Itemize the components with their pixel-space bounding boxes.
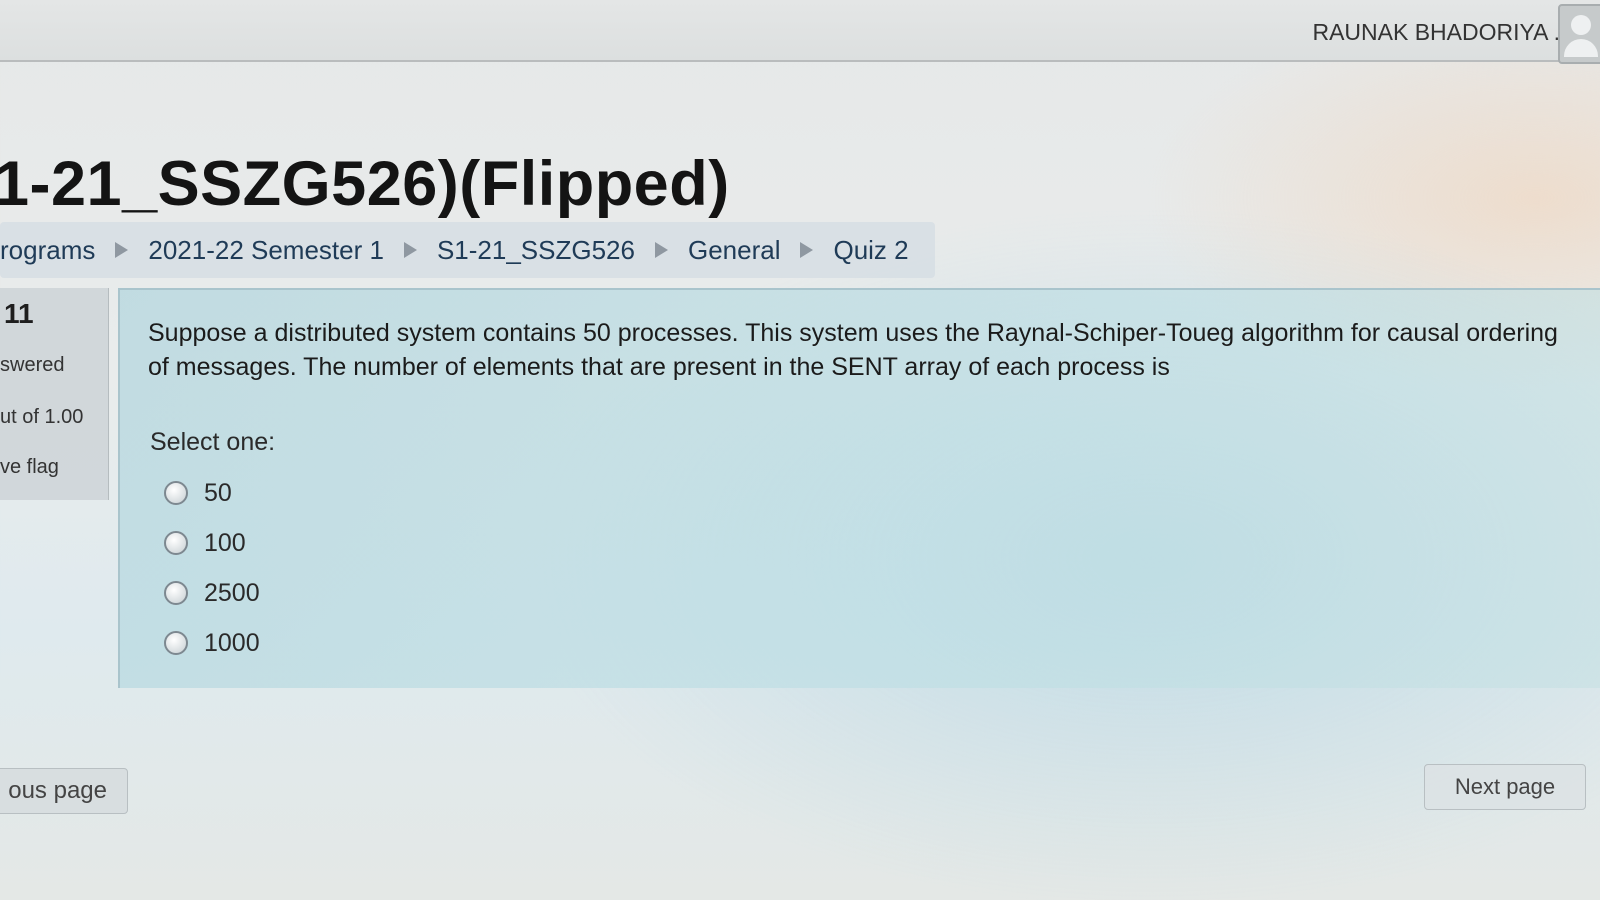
answer-option-label: 1000 <box>204 628 260 657</box>
question-content-panel: Suppose a distributed system contains 50… <box>118 288 1600 688</box>
breadcrumb-separator-icon <box>800 242 814 258</box>
breadcrumb-item-quiz[interactable]: Quiz 2 <box>833 235 908 266</box>
breadcrumb-item-course[interactable]: S1-21_SSZG526 <box>437 235 635 266</box>
question-info-block: 11 swered ut of 1.00 ve flag <box>0 288 109 500</box>
radio-button[interactable] <box>164 581 188 605</box>
radio-button[interactable] <box>164 631 188 655</box>
flag-question-link[interactable]: ve flag <box>0 456 59 479</box>
page-title: 1-21_SSZG526)(Flipped) <box>0 149 730 220</box>
answer-option-label: 50 <box>204 478 232 507</box>
breadcrumb-separator-icon <box>654 242 668 258</box>
breadcrumb: rograms 2021-22 Semester 1 S1-21_SSZG526… <box>0 222 935 278</box>
question-marks: ut of 1.00 <box>0 406 84 428</box>
radio-button[interactable] <box>164 481 188 505</box>
breadcrumb-item-semester[interactable]: 2021-22 Semester 1 <box>148 235 384 266</box>
question-number: 11 <box>4 298 34 329</box>
breadcrumb-separator-icon <box>403 242 417 258</box>
answer-options: 50 100 2500 1000 <box>164 468 260 668</box>
question-text: Suppose a distributed system contains 50… <box>148 319 1558 381</box>
answer-option-label: 2500 <box>204 578 260 607</box>
top-header-bar: RAUNAK BHADORIYA . <box>0 0 1600 64</box>
answer-option[interactable]: 100 <box>164 518 260 568</box>
answer-prompt: Select one: <box>150 428 276 456</box>
question-state: swered <box>0 354 65 376</box>
answer-option[interactable]: 1000 <box>164 618 260 668</box>
answer-option[interactable]: 50 <box>164 468 260 518</box>
previous-page-button[interactable]: ous page <box>0 768 128 814</box>
answer-option[interactable]: 2500 <box>164 568 260 618</box>
next-page-button[interactable]: Next page <box>1424 764 1586 810</box>
user-avatar-icon[interactable] <box>1558 4 1600 64</box>
breadcrumb-separator-icon <box>115 242 129 258</box>
breadcrumb-item-section[interactable]: General <box>688 235 781 266</box>
breadcrumb-item-programs[interactable]: rograms <box>0 235 95 266</box>
answer-option-label: 100 <box>204 528 246 557</box>
user-menu-name[interactable]: RAUNAK BHADORIYA . <box>1312 19 1560 46</box>
radio-button[interactable] <box>164 531 188 555</box>
